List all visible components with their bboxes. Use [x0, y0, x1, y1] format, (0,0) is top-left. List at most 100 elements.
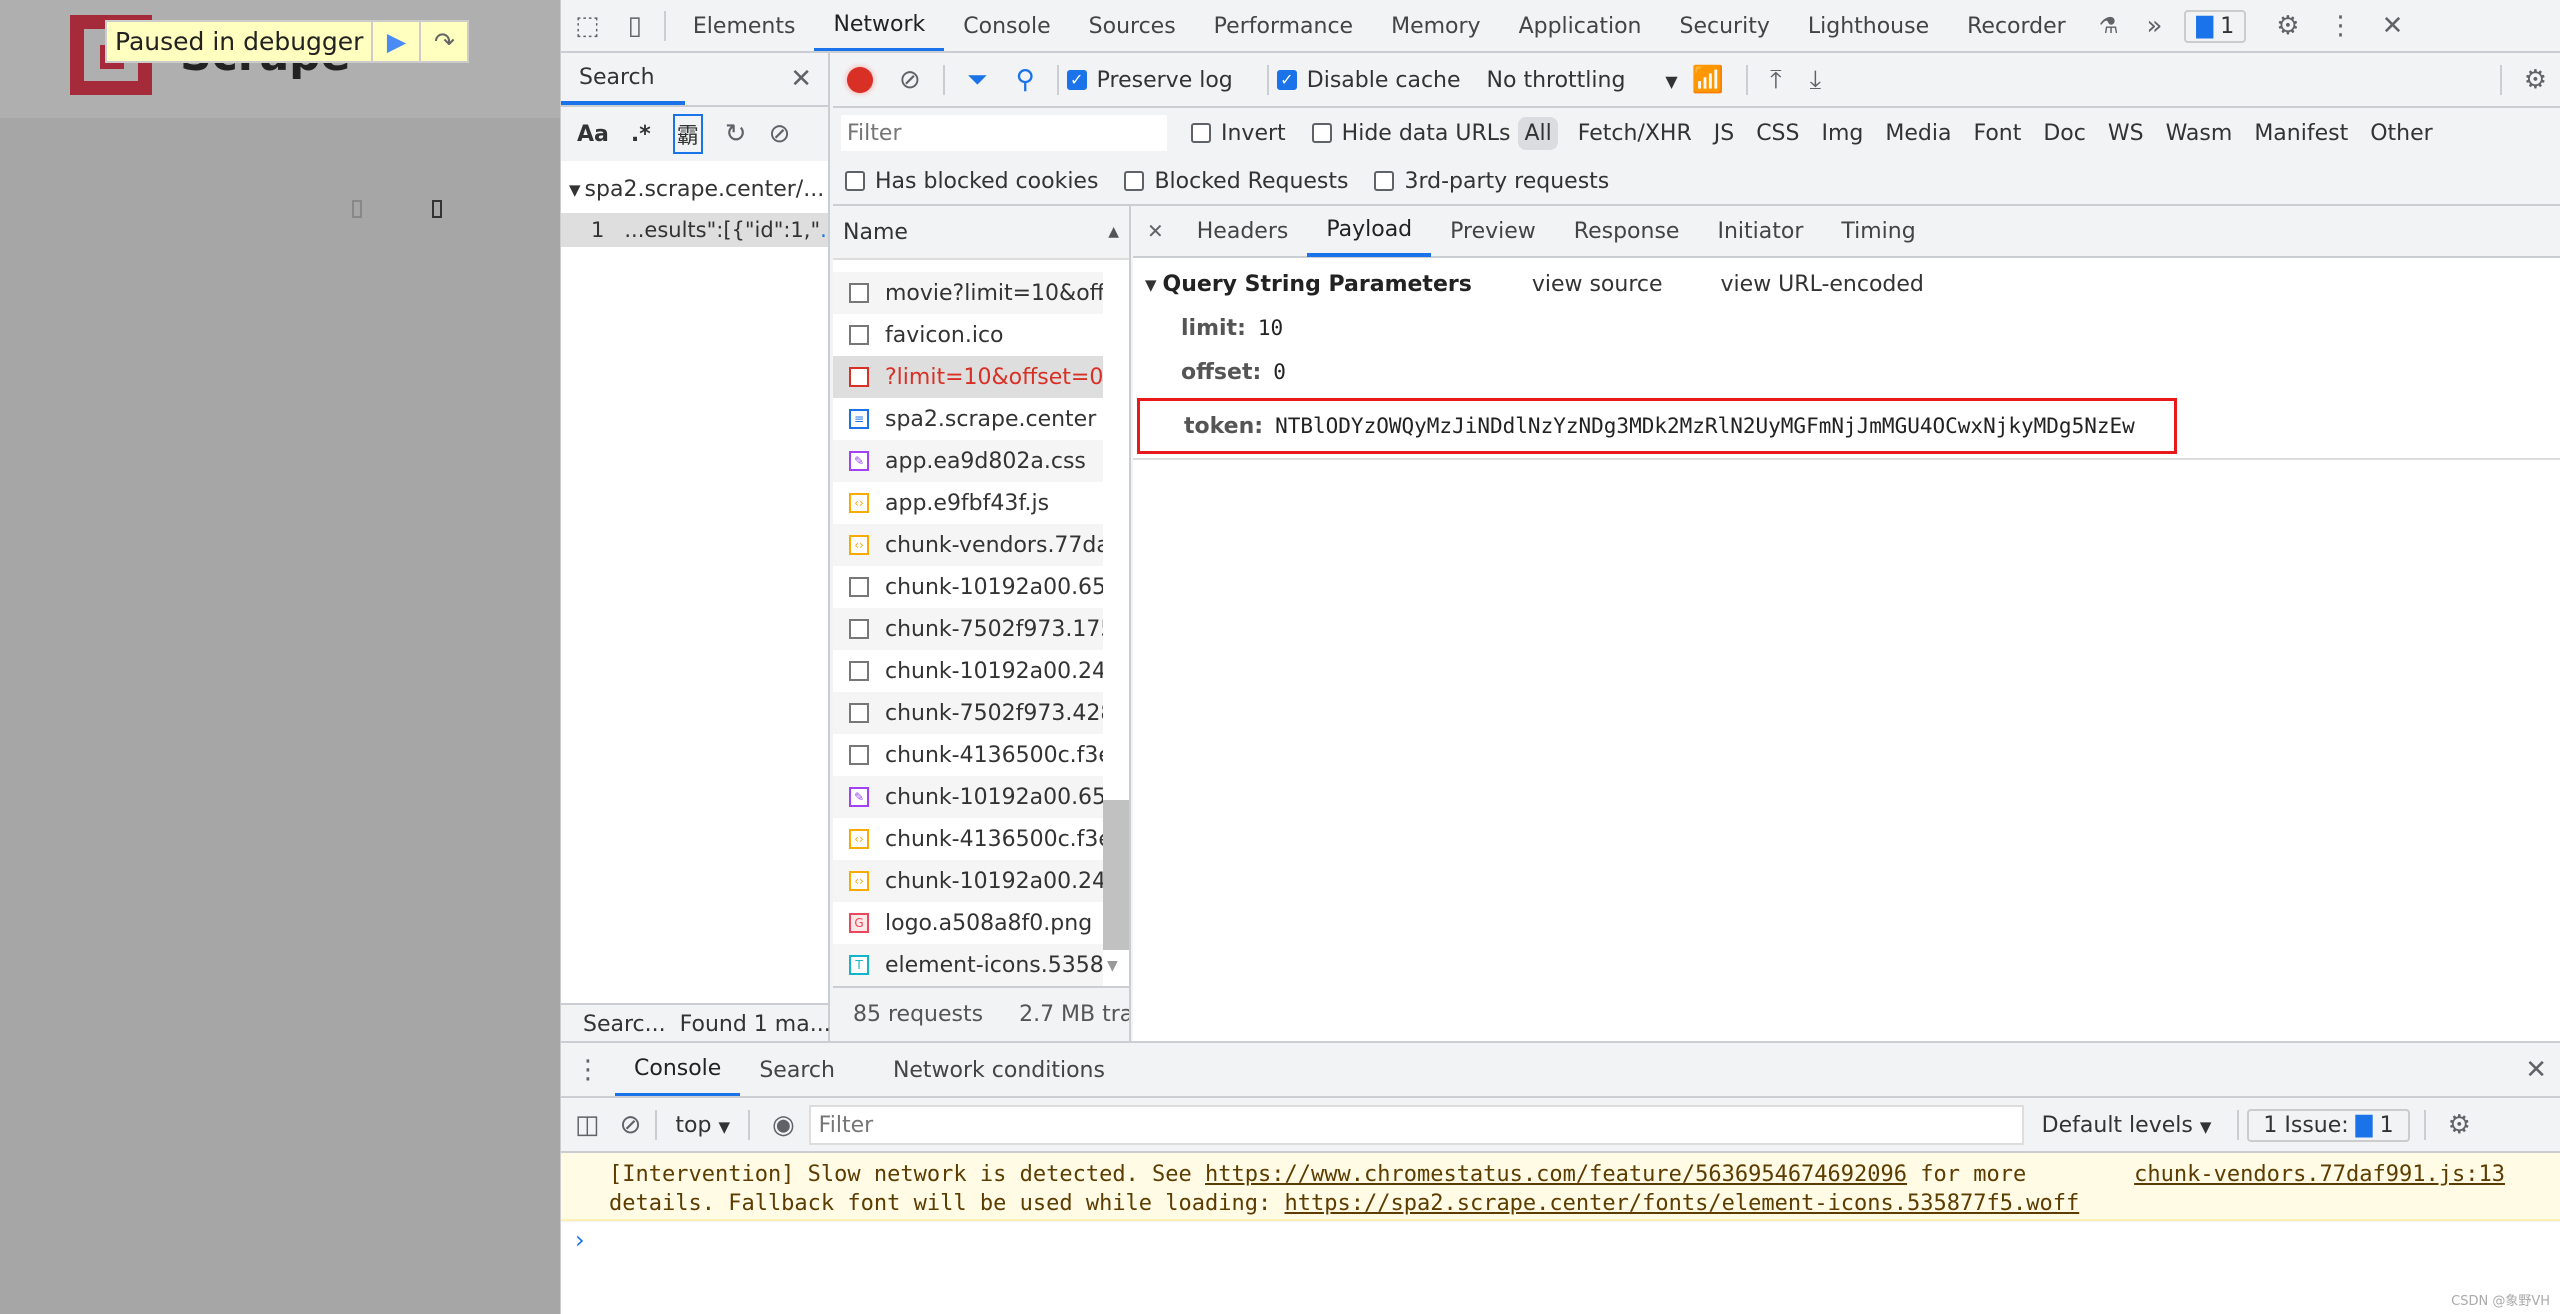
device-toolbar-icon[interactable]: ▯: [628, 11, 642, 41]
type-filter-all[interactable]: All: [1518, 116, 1558, 150]
close-drawer-icon[interactable]: ✕: [2525, 1055, 2547, 1085]
scrollbar-thumb[interactable]: [1103, 800, 1129, 950]
request-row[interactable]: Glogo.a508a8f0.png: [833, 902, 1103, 944]
drawer-tab-network-conditions[interactable]: Network conditions: [874, 1043, 1124, 1097]
type-filter-css[interactable]: CSS: [1750, 117, 1805, 150]
type-filter-manifest[interactable]: Manifest: [2248, 117, 2354, 150]
log-levels-select[interactable]: Default levels ▼: [2042, 1113, 2212, 1138]
context-select[interactable]: top ▼: [675, 1113, 730, 1138]
font-link[interactable]: https://spa2.scrape.center/fonts/element…: [1285, 1191, 2080, 1216]
type-filter-other[interactable]: Other: [2364, 117, 2438, 150]
close-detail-icon[interactable]: ✕: [1147, 219, 1164, 243]
request-row[interactable]: ‹› chunk-10192a00.243...: [833, 860, 1103, 902]
detail-tab-timing[interactable]: Timing: [1822, 205, 1934, 257]
search-icon[interactable]: ⚲: [1016, 65, 1035, 95]
request-row[interactable]: chunk-7502f973.175...: [833, 608, 1103, 650]
resume-button[interactable]: ▶: [371, 22, 419, 61]
more-tabs-button[interactable]: »: [2146, 11, 2162, 41]
request-row[interactable]: ‹› chunk-4136500c.f3e...: [833, 818, 1103, 860]
tab-recorder[interactable]: Recorder: [1948, 0, 2085, 52]
clear-console-icon[interactable]: ⊘: [620, 1110, 642, 1140]
tab-application[interactable]: Application: [1500, 0, 1661, 52]
regex-toggle[interactable]: .*: [631, 122, 651, 147]
request-row[interactable]: ≡ spa2.scrape.center: [833, 398, 1103, 440]
tab-security[interactable]: Security: [1661, 0, 1789, 52]
more-options-icon[interactable]: ⋮: [2328, 11, 2354, 41]
record-button[interactable]: [847, 67, 873, 93]
request-row[interactable]: chunk-7502f973.428...: [833, 692, 1103, 734]
invert-checkbox[interactable]: [1191, 123, 1211, 143]
inspect-element-icon[interactable]: ⬚: [575, 11, 600, 41]
console-filter-input[interactable]: [808, 1105, 2024, 1145]
step-over-button[interactable]: ↷: [419, 22, 467, 61]
type-filter-fetch-xhr[interactable]: Fetch/XHR: [1572, 117, 1698, 150]
detail-tab-preview[interactable]: Preview: [1431, 205, 1555, 257]
preserve-log-checkbox[interactable]: ✓: [1066, 70, 1087, 90]
request-row[interactable]: favicon.ico: [833, 314, 1103, 356]
refresh-icon[interactable]: ↻: [725, 119, 747, 149]
type-filter-ws[interactable]: WS: [2102, 117, 2150, 150]
request-row[interactable]: ✎ app.ea9d802a.css: [833, 440, 1103, 482]
drawer-menu-icon[interactable]: ⋮: [575, 1055, 601, 1085]
network-settings-icon[interactable]: ⚙: [2524, 65, 2547, 95]
network-conditions-icon[interactable]: 📶: [1692, 65, 1724, 95]
has-blocked-cookies-checkbox[interactable]: [845, 171, 865, 191]
view-source-link[interactable]: view source: [1532, 272, 1663, 297]
blocked-requests-checkbox[interactable]: [1124, 171, 1145, 191]
chromestatus-link[interactable]: https://www.chromestatus.com/feature/563…: [1205, 1162, 1907, 1187]
close-search-icon[interactable]: ✕: [790, 64, 812, 94]
request-row[interactable]: ‹› app.e9fbf43f.js: [833, 482, 1103, 524]
request-row[interactable]: ?limit=10&offset=0...: [833, 356, 1103, 398]
issues-badge[interactable]: ▇ 1: [2184, 9, 2247, 43]
filter-input[interactable]: [841, 115, 1167, 151]
import-har-icon[interactable]: ⤒: [1770, 65, 1782, 96]
sidebar-toggle-icon[interactable]: ◫: [575, 1110, 600, 1140]
request-row[interactable]: ✎ chunk-10192a00.65a...: [833, 776, 1103, 818]
search-tab[interactable]: Search: [561, 53, 685, 105]
type-filter-doc[interactable]: Doc: [2037, 117, 2092, 150]
request-row[interactable]: chunk-4136500c.f3e...: [833, 734, 1103, 776]
filter-icon[interactable]: ⏷: [967, 65, 988, 96]
drawer-tab-console[interactable]: Console: [615, 1043, 741, 1097]
detail-tab-payload[interactable]: Payload: [1307, 205, 1432, 257]
console-settings-icon[interactable]: ⚙: [2448, 1110, 2471, 1140]
tab-network[interactable]: Network: [814, 0, 945, 52]
issues-button[interactable]: 1 Issue: ▇ 1: [2247, 1108, 2410, 1142]
clear-log-icon[interactable]: ⊘: [899, 65, 921, 95]
disable-cache-checkbox[interactable]: ✓: [1276, 70, 1297, 90]
type-filter-img[interactable]: Img: [1815, 117, 1869, 150]
view-url-encoded-link[interactable]: view URL-encoded: [1721, 272, 1924, 297]
tab-performance[interactable]: Performance: [1195, 0, 1372, 52]
settings-gear-icon[interactable]: ⚙: [2276, 11, 2299, 41]
search-result-line[interactable]: 1...esults":[{"id":1,"...: [561, 213, 828, 247]
drawer-tab-search[interactable]: Search: [740, 1043, 854, 1097]
request-row[interactable]: movie?limit=10&offset=0: [833, 272, 1103, 314]
type-filter-media[interactable]: Media: [1879, 117, 1957, 150]
detail-tab-response[interactable]: Response: [1555, 205, 1699, 257]
scroll-down-icon[interactable]: ▼: [1107, 958, 1118, 974]
detail-tab-initiator[interactable]: Initiator: [1698, 205, 1822, 257]
custom-toggle[interactable]: 霸: [672, 114, 703, 154]
name-column-header[interactable]: Name: [843, 220, 908, 245]
request-row[interactable]: chunk-10192a00.243...: [833, 650, 1103, 692]
request-row[interactable]: chunk-10192a00.65a...: [833, 566, 1103, 608]
tab-console[interactable]: Console: [944, 0, 1069, 52]
tab-memory[interactable]: Memory: [1372, 0, 1499, 52]
match-case-toggle[interactable]: Aa: [577, 122, 609, 147]
search-result-file[interactable]: ▼ spa2.scrape.center/...: [569, 177, 824, 202]
console-prompt[interactable]: ›: [561, 1222, 2560, 1314]
request-row[interactable]: ‹› chunk-vendors.77daf991.js: [833, 524, 1103, 566]
close-devtools-icon[interactable]: ✕: [2382, 11, 2404, 41]
hide-data-urls-checkbox[interactable]: [1311, 123, 1332, 143]
live-expression-eye-icon[interactable]: ◉: [772, 1110, 795, 1140]
throttling-select[interactable]: No throttling ▼: [1487, 68, 1678, 93]
type-filter-wasm[interactable]: Wasm: [2160, 117, 2239, 150]
detail-tab-headers[interactable]: Headers: [1178, 205, 1308, 257]
third-party-checkbox[interactable]: [1374, 171, 1395, 191]
tab-lighthouse[interactable]: Lighthouse: [1789, 0, 1948, 52]
type-filter-js[interactable]: JS: [1708, 117, 1740, 150]
source-link[interactable]: chunk-vendors.77daf991.js:13: [2134, 1160, 2505, 1189]
export-har-icon[interactable]: ⤓: [1810, 65, 1822, 96]
request-row[interactable]: Telement-icons.535877f5.woff: [833, 944, 1103, 986]
clear-icon[interactable]: ⊘: [769, 119, 791, 149]
